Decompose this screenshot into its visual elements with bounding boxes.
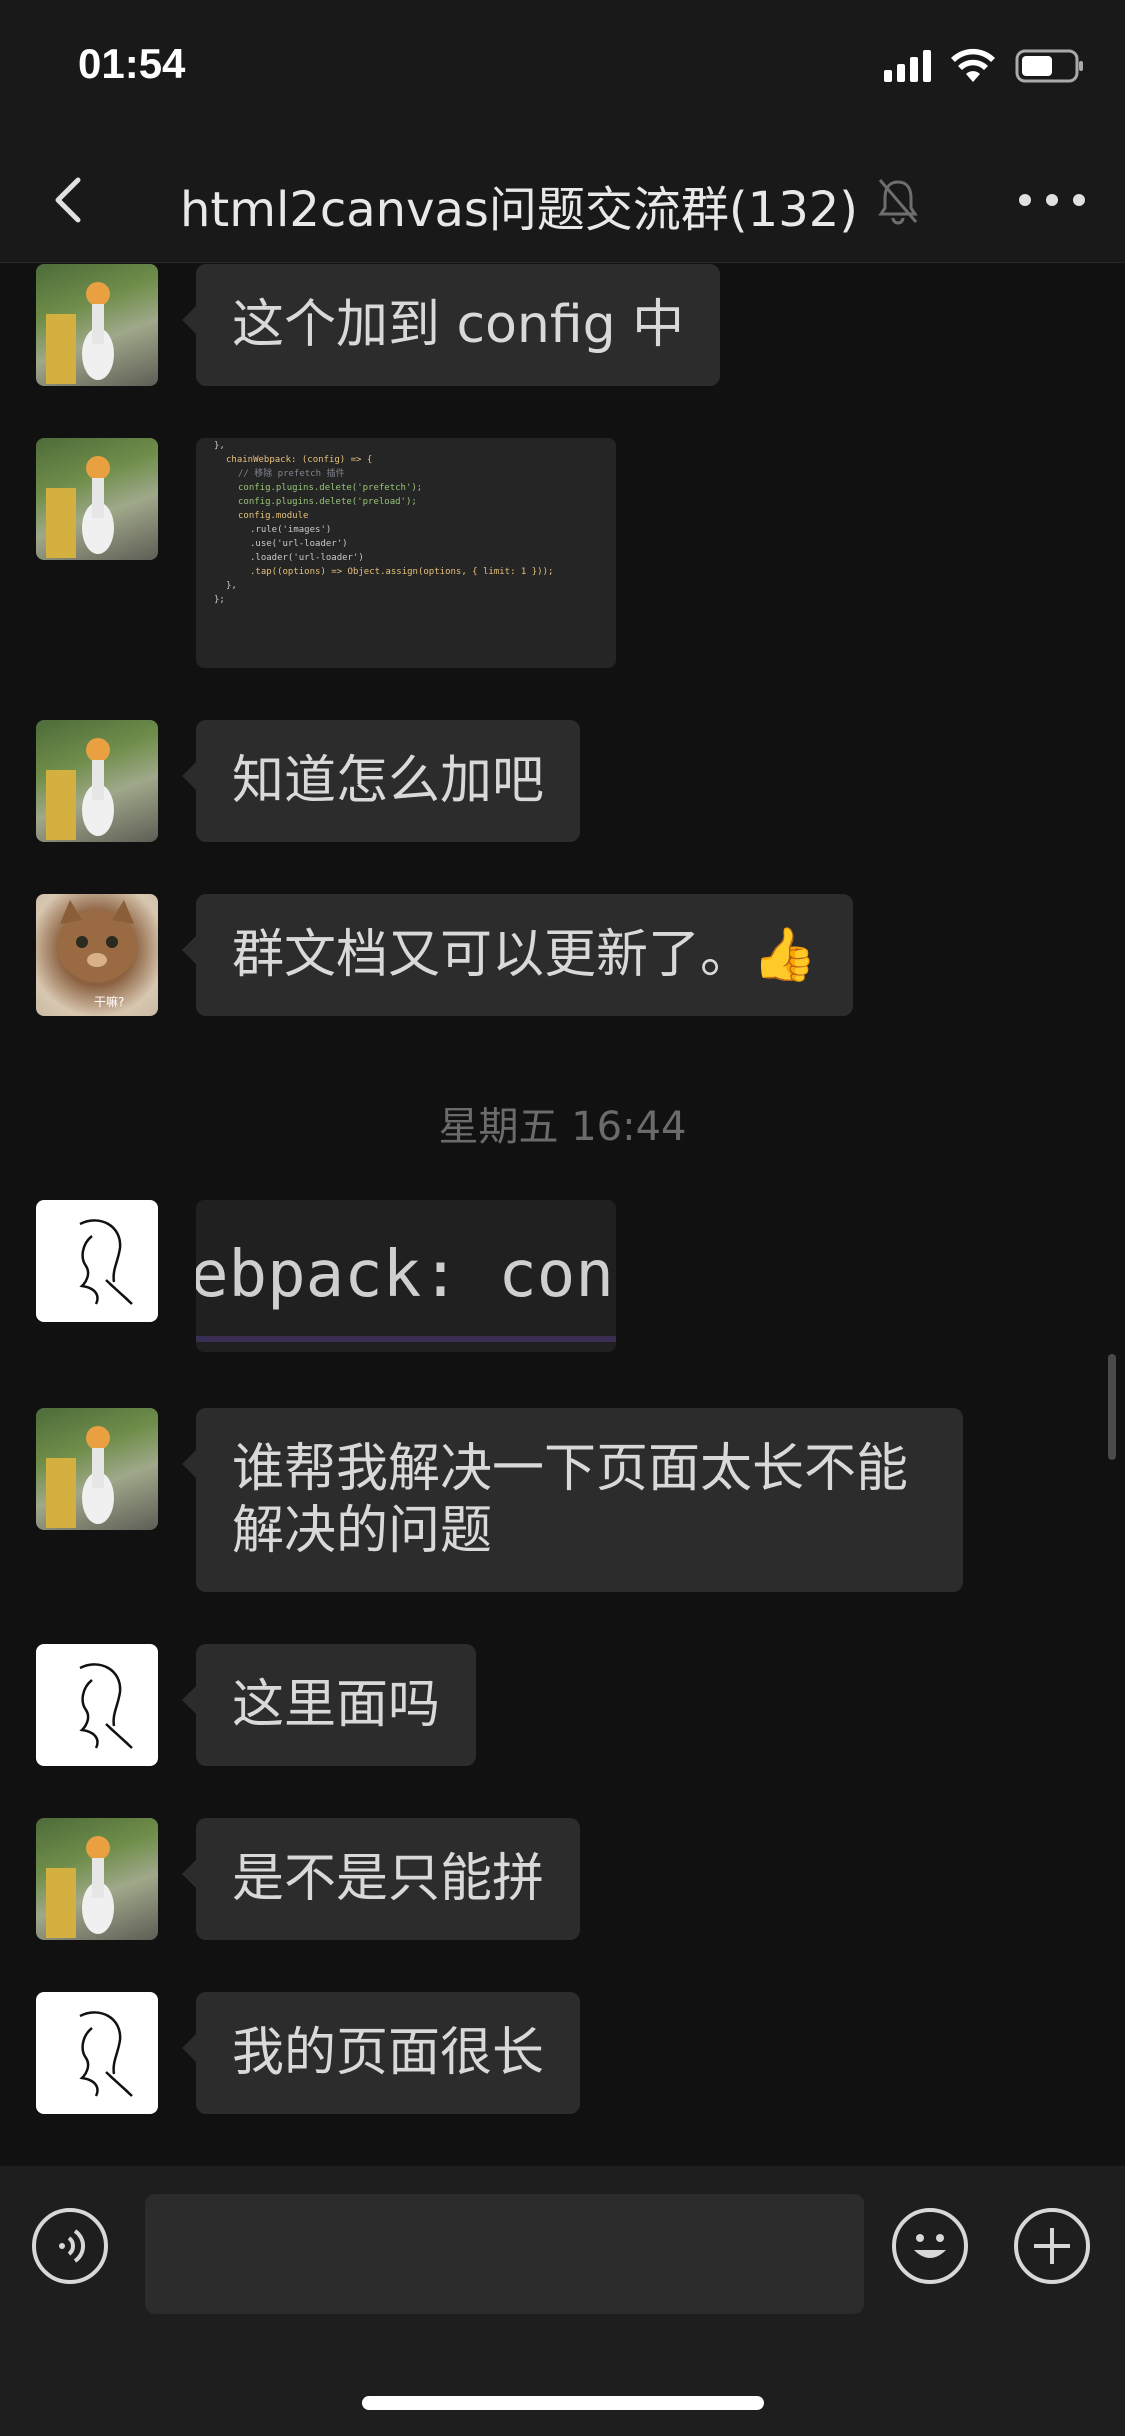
code-line: },	[226, 581, 237, 591]
chat-message-list: 这个加到 config 中 }, chainWebpack: (config) …	[0, 262, 1125, 2162]
wifi-icon	[951, 48, 995, 82]
message-bubble[interactable]: 谁帮我解决一下页面太长不能 解决的问题	[182, 1408, 963, 1592]
code-line: config.plugins.delete('preload');	[238, 497, 417, 507]
chat-title: html2canvas问题交流群(132)	[180, 182, 859, 238]
emoji-button[interactable]	[892, 2208, 968, 2284]
message-bubble[interactable]: 知道怎么加吧	[181, 720, 581, 842]
line-art-avatar[interactable]	[36, 1992, 158, 2114]
line-art-avatar[interactable]	[36, 1200, 158, 1322]
code-line: config.module	[238, 511, 308, 521]
home-indicator[interactable]	[362, 2396, 764, 2410]
battery-icon	[1015, 49, 1083, 83]
scrollbar-thumb[interactable]	[1108, 1354, 1116, 1460]
garden-avatar[interactable]	[36, 438, 158, 560]
code-line: .tap((options) => Object.assign(options,…	[250, 567, 553, 577]
code-line: .rule('images')	[250, 525, 331, 535]
message-bubble[interactable]: 群文档又可以更新了。👍	[182, 894, 853, 1016]
message-bubble[interactable]: 这里面吗	[181, 1644, 477, 1766]
message-bubble[interactable]: 这个加到 config 中	[181, 264, 721, 386]
voice-icon	[59, 2229, 85, 2263]
muted-bell-icon	[878, 179, 918, 225]
code-line: };	[214, 595, 225, 605]
code-line: chainWebpack: (config) => {	[226, 455, 372, 465]
more-options-icon[interactable]	[1019, 170, 1085, 230]
message-text-line: 谁帮我解决一下页面太长不能	[232, 1439, 909, 1499]
back-arrow-icon[interactable]	[40, 170, 100, 230]
code-screenshot-image[interactable]: }, chainWebpack: (config) => { // 移除 pre…	[196, 438, 616, 668]
code-line: .loader('url-loader')	[250, 553, 364, 563]
more-functions-button[interactable]	[1014, 2208, 1090, 2284]
status-icons	[884, 46, 1085, 86]
plus-icon	[1034, 2228, 1070, 2264]
avatar-caption: 干嘛?	[94, 994, 124, 1009]
chat-timestamp: 星期五 16:44	[438, 1104, 687, 1150]
cellular-signal-icon	[884, 50, 931, 82]
code-line: },	[214, 441, 225, 451]
garden-avatar[interactable]	[36, 720, 158, 842]
code-line: .use('url-loader')	[250, 539, 348, 549]
garden-avatar[interactable]	[36, 264, 158, 386]
nav-bar: html2canvas问题交流群(132)	[0, 140, 1125, 263]
message-bubble[interactable]: 是不是只能拼	[181, 1818, 581, 1940]
message-text-line: 解决的问题	[232, 1501, 493, 1561]
code-snippet-image[interactable]: ebpack: con	[196, 1200, 616, 1352]
cat-avatar[interactable]: 干嘛?	[36, 894, 158, 1016]
smiley-icon	[914, 2234, 946, 2258]
line-art-avatar[interactable]	[36, 1644, 158, 1766]
status-time: 01:54	[78, 40, 186, 87]
garden-avatar[interactable]	[36, 1818, 158, 1940]
code-line: config.plugins.delete('prefetch');	[238, 483, 422, 493]
message-input[interactable]	[145, 2194, 864, 2314]
image-text: ebpack: con	[196, 1238, 614, 1312]
code-line: // 移除 prefetch 插件	[238, 467, 344, 479]
voice-input-button[interactable]	[32, 2208, 108, 2284]
status-bar: 01:54	[0, 0, 1125, 140]
message-bubble[interactable]: 我的页面很长	[181, 1992, 581, 2114]
garden-avatar[interactable]	[36, 1408, 158, 1530]
